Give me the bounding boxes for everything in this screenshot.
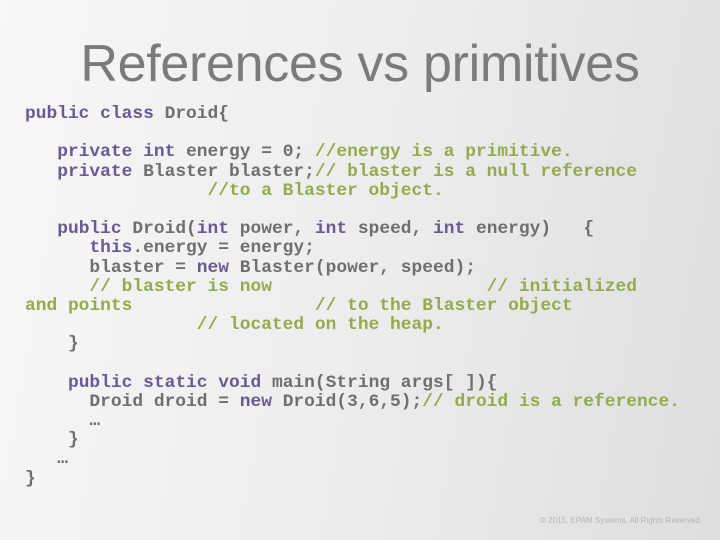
code-keyword: int [314, 219, 358, 240]
code-keyword: new [196, 257, 240, 278]
code-keyword: int [433, 219, 476, 240]
code-comment: // located on the heap. [196, 315, 444, 336]
code-line: and points // to the Blaster object [25, 295, 680, 316]
code-text: power, [239, 219, 315, 240]
code-line: // blaster is now // initialized [25, 276, 680, 297]
slide-title: References vs primitives [80, 35, 640, 93]
code-text: … [25, 411, 101, 431]
code-text: … [25, 449, 68, 470]
code-line: // located on the heap. [25, 315, 680, 336]
copyright-footer: © 2015, EPAM Systems. All Rights Reserve… [540, 516, 702, 525]
code-text: energy) { [475, 219, 595, 240]
code-text: main(String args[ ]){ [271, 372, 498, 393]
code-line: this.energy = energy; [25, 239, 680, 258]
code-comment: // blaster is a null reference [314, 161, 637, 182]
code-line: … [25, 411, 680, 431]
code-text: } [25, 468, 36, 489]
code-line: public Droid(int power, int speed, int e… [25, 220, 680, 239]
code-text: .energy = energy; [132, 238, 315, 259]
code-comment: // droid is a reference. [422, 391, 680, 412]
code-text: Droid(3,6,5); [282, 391, 423, 412]
code-line: Droid droid = new Droid(3,6,5);// droid … [25, 391, 680, 412]
code-keyword: public static void [67, 372, 272, 393]
code-keyword: private int [57, 142, 187, 163]
code-block: public class Droid{ private int energy =… [25, 104, 680, 489]
code-text: Droid{ [164, 104, 229, 124]
code-keyword: this [89, 238, 133, 259]
code-keyword: int [196, 219, 240, 240]
code-line: private Blaster blaster;// blaster is a … [25, 161, 680, 182]
code-text: energy = 0; [186, 142, 315, 163]
code-line: } [25, 431, 680, 450]
code-keyword: public class [25, 104, 165, 124]
code-text: Blaster(power, speed); [239, 257, 476, 278]
code-comment: and points // to the Blaster object [25, 295, 573, 316]
code-keyword: private [57, 161, 144, 182]
code-text: speed, [357, 219, 434, 240]
code-text: } [25, 334, 79, 355]
code-line: public static void main(String args[ ]){ [25, 372, 680, 393]
code-comment: //energy is a primitive. [314, 142, 573, 163]
code-line: private int energy = 0; //energy is a pr… [25, 143, 680, 162]
code-line: blaster = new Blaster(power, speed); [25, 257, 680, 278]
code-text: Droid( [132, 219, 197, 240]
code-comment: // blaster is now // initialized [89, 276, 637, 297]
code-line: } [25, 468, 680, 489]
code-keyword: public [57, 219, 133, 240]
code-line: … [25, 450, 680, 469]
code-text: blaster = [25, 257, 197, 278]
code-line: public class Droid{ [25, 104, 680, 124]
code-text: Droid droid = [25, 391, 240, 412]
code-keyword: new [239, 391, 283, 412]
code-line: //to a Blaster object. [25, 180, 680, 201]
code-text: Blaster blaster; [143, 161, 315, 182]
code-text: } [25, 430, 79, 451]
code-comment: //to a Blaster object. [207, 180, 444, 201]
code-line: } [25, 335, 680, 354]
